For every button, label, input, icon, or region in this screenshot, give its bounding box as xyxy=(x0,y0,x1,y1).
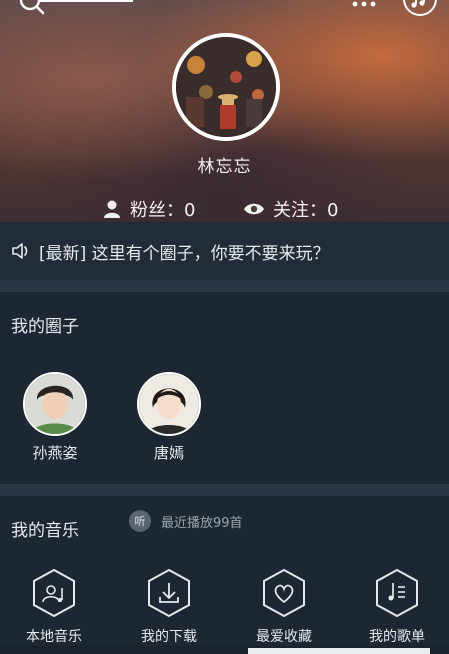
tile-local-music[interactable]: 本地音乐 xyxy=(10,568,98,644)
search-icon xyxy=(19,0,45,15)
tile-favorites[interactable]: 最爱收藏 xyxy=(240,568,328,644)
music-note-icon xyxy=(403,0,437,16)
search-button[interactable] xyxy=(16,0,48,18)
fans-count: 0 xyxy=(184,200,196,221)
member-name: 孙燕姿 xyxy=(32,444,78,462)
speaker-icon xyxy=(12,243,28,259)
listen-badge: 听 xyxy=(129,510,151,532)
tile-label: 我的下载 xyxy=(141,629,197,644)
tile-label: 最爱收藏 xyxy=(256,629,312,644)
fans-label: 粉丝： xyxy=(130,200,184,221)
member-avatar xyxy=(137,372,201,436)
tile-label: 我的歌单 xyxy=(369,629,425,644)
my-circles-section: 我的圈子 孙燕姿 唐嫣 xyxy=(0,292,449,484)
playlist-icon xyxy=(376,568,418,618)
user-icon xyxy=(104,200,120,218)
section-divider xyxy=(0,484,449,496)
section-title-circles: 我的圈子 xyxy=(11,317,79,337)
announcement-bar[interactable]: [最新] 这里有个圈子，你要不要来玩？ xyxy=(0,222,449,280)
bottom-nav-highlight xyxy=(248,648,430,654)
follow-stat[interactable]: 关注：0 xyxy=(243,196,338,222)
follow-count: 0 xyxy=(327,200,339,221)
member-avatar xyxy=(23,372,87,436)
more-button[interactable] xyxy=(349,0,379,12)
local-music-icon xyxy=(33,568,75,618)
tile-playlists[interactable]: 我的歌单 xyxy=(353,568,441,644)
circle-member[interactable]: 孙燕姿 xyxy=(15,372,95,463)
favorite-icon xyxy=(263,568,305,618)
avatar-photo xyxy=(176,37,276,137)
more-icon xyxy=(352,1,376,7)
section-divider xyxy=(0,280,449,292)
username: 林忘忘 xyxy=(197,157,252,177)
profile-stats: 粉丝：0 关注：0 xyxy=(0,196,449,222)
section-title-music: 我的音乐 xyxy=(11,521,79,541)
profile-header: 林忘忘 粉丝：0 关注：0 xyxy=(0,0,449,222)
member-photo xyxy=(25,374,85,434)
recent-played-text: 最近播放99首 xyxy=(161,515,243,531)
recent-played[interactable]: 听 最近播放99首 xyxy=(129,510,243,532)
user-avatar[interactable] xyxy=(172,33,280,141)
now-playing-button[interactable] xyxy=(402,0,438,20)
eye-icon xyxy=(244,203,264,215)
follow-label: 关注： xyxy=(273,200,327,221)
download-icon xyxy=(148,568,190,618)
member-photo xyxy=(139,374,199,434)
fans-stat[interactable]: 粉丝：0 xyxy=(102,196,195,222)
my-music-section: 我的音乐 听 最近播放99首 本地音乐 我的下载 最爱收藏 我的歌单 xyxy=(0,496,449,654)
announcement-text: [最新] 这里有个圈子，你要不要来玩？ xyxy=(39,243,330,264)
tile-label: 本地音乐 xyxy=(26,629,82,644)
circle-member[interactable]: 唐嫣 xyxy=(129,372,209,463)
member-name: 唐嫣 xyxy=(153,444,184,462)
tile-downloads[interactable]: 我的下载 xyxy=(125,568,213,644)
status-indicator xyxy=(40,0,133,2)
